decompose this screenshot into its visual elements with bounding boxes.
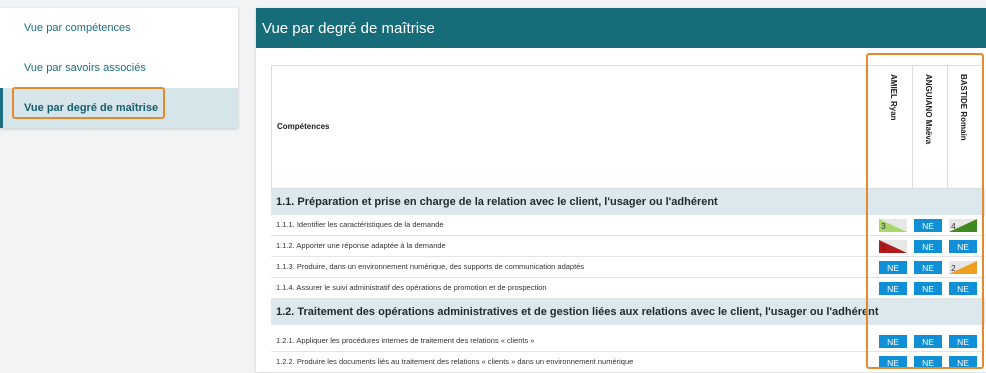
competence-label: 1.2.2. Produire les documents liés au tr… bbox=[276, 357, 634, 366]
competence-label: 1.1.4. Assurer le suivi administratif de… bbox=[276, 283, 547, 292]
table-header-competences: Compétences bbox=[271, 65, 878, 189]
competence-label: 1.2.1. Appliquer les procédures internes… bbox=[276, 336, 535, 345]
sidebar-item-savoirs[interactable]: Vue par savoirs associés bbox=[0, 48, 238, 88]
sidebar-item-label: Vue par compétences bbox=[24, 22, 131, 34]
competence-label: 1.1.2. Apporter une réponse adaptée à la… bbox=[276, 241, 446, 250]
sidebar-item-label: Vue par savoirs associés bbox=[24, 62, 146, 74]
sidebar-item-competences[interactable]: Vue par compétences bbox=[0, 8, 238, 48]
competence-label: 1.1.1. Identifier les caractéristiques d… bbox=[276, 220, 444, 229]
highlight-box-student-columns bbox=[866, 53, 984, 369]
highlight-box-sidebar bbox=[12, 87, 165, 119]
column-header-label: Compétences bbox=[277, 122, 330, 131]
page-title: Vue par degré de maîtrise bbox=[256, 8, 986, 48]
competence-label: 1.1.3. Produire, dans un environnement n… bbox=[276, 262, 585, 271]
